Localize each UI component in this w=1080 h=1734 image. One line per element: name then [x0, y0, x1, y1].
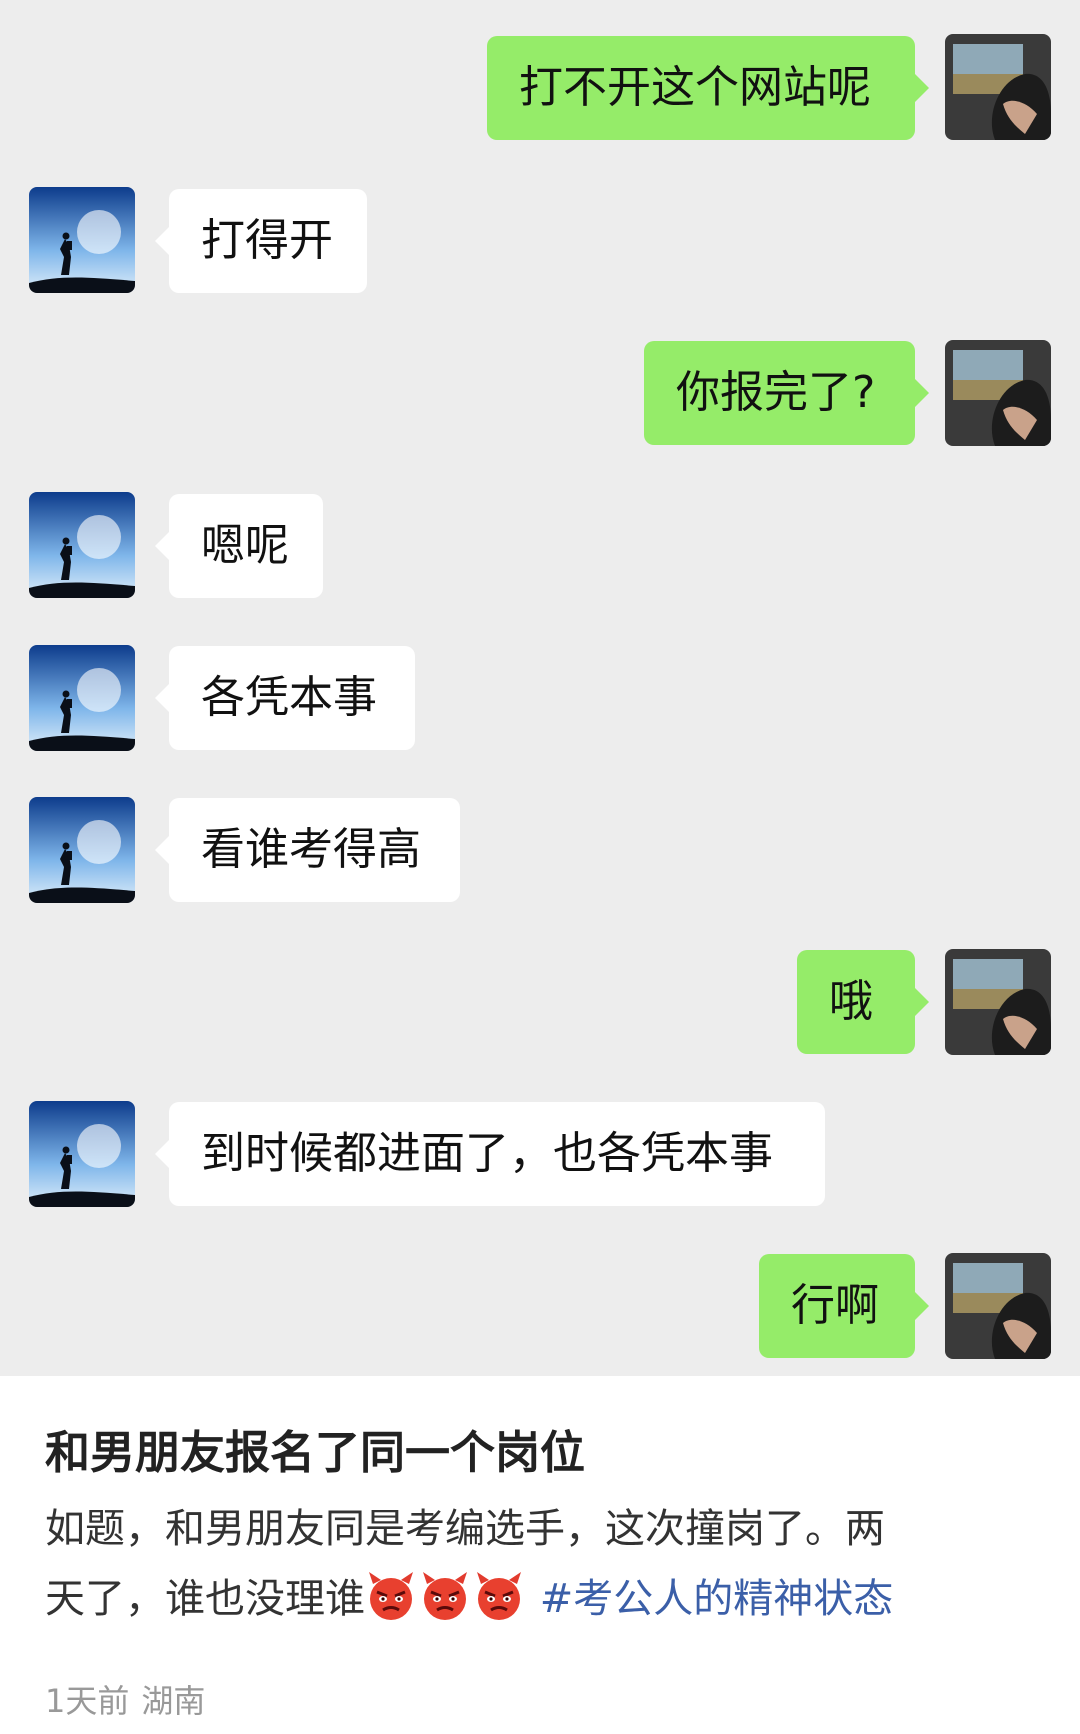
sender-avatar[interactable] [945, 340, 1051, 446]
post-body-line: 如题，和男朋友同是考编选手，这次撞岗了。两 [45, 1506, 885, 1552]
post-time: 1天前 [45, 1682, 130, 1720]
contact-avatar[interactable] [29, 797, 135, 903]
hashtag-link[interactable]: #考公人的精神状态 [540, 1576, 894, 1622]
post-body: 如题，和男朋友同是考编选手，这次撞岗了。两 天了，谁也没理谁 #考公人的精神状态 [45, 1494, 1045, 1634]
angry-devil-emoji-icon [473, 1570, 525, 1622]
sender-avatar[interactable] [945, 949, 1051, 1055]
message-bubble-outgoing[interactable]: 哦 [797, 950, 929, 1054]
message-bubble-outgoing[interactable]: 你报完了? [644, 341, 929, 445]
message-bubble-incoming[interactable]: 看谁考得高 [155, 798, 460, 902]
contact-avatar[interactable] [29, 492, 135, 598]
post-title: 和男朋友报名了同一个岗位 [45, 1426, 586, 1479]
angry-devil-emoji-icon [365, 1570, 417, 1622]
message-bubble-incoming[interactable]: 各凭本事 [155, 646, 415, 750]
message-bubble-outgoing[interactable]: 行啊 [759, 1254, 929, 1358]
post-body-line: 天了，谁也没理谁 #考公人的精神状态 [45, 1564, 1045, 1634]
message-bubble-outgoing[interactable]: 打不开这个网站呢 [487, 36, 929, 140]
contact-avatar[interactable] [29, 645, 135, 751]
sender-avatar[interactable] [945, 34, 1051, 140]
contact-avatar[interactable] [29, 187, 135, 293]
contact-avatar[interactable] [29, 1101, 135, 1207]
post-location: 湖南 [141, 1682, 206, 1720]
post-meta: 1天前 湖南 [45, 1676, 217, 1722]
message-bubble-incoming[interactable]: 嗯呢 [155, 494, 323, 598]
angry-devil-emoji-icon [419, 1570, 471, 1622]
post-card[interactable]: 和男朋友报名了同一个岗位 如题，和男朋友同是考编选手，这次撞岗了。两 天了，谁也… [0, 1376, 1080, 1734]
sender-avatar[interactable] [945, 1253, 1051, 1359]
message-bubble-incoming[interactable]: 打得开 [155, 189, 367, 293]
message-bubble-incoming[interactable]: 到时候都进面了，也各凭本事 [155, 1102, 825, 1206]
post-body-text: 天了，谁也没理谁 [45, 1576, 365, 1622]
chat-screenshot: 打不开这个网站呢 打得开 你报完了? 嗯呢 各凭本事 看谁考得高 哦 到时候都进… [0, 0, 1080, 1376]
